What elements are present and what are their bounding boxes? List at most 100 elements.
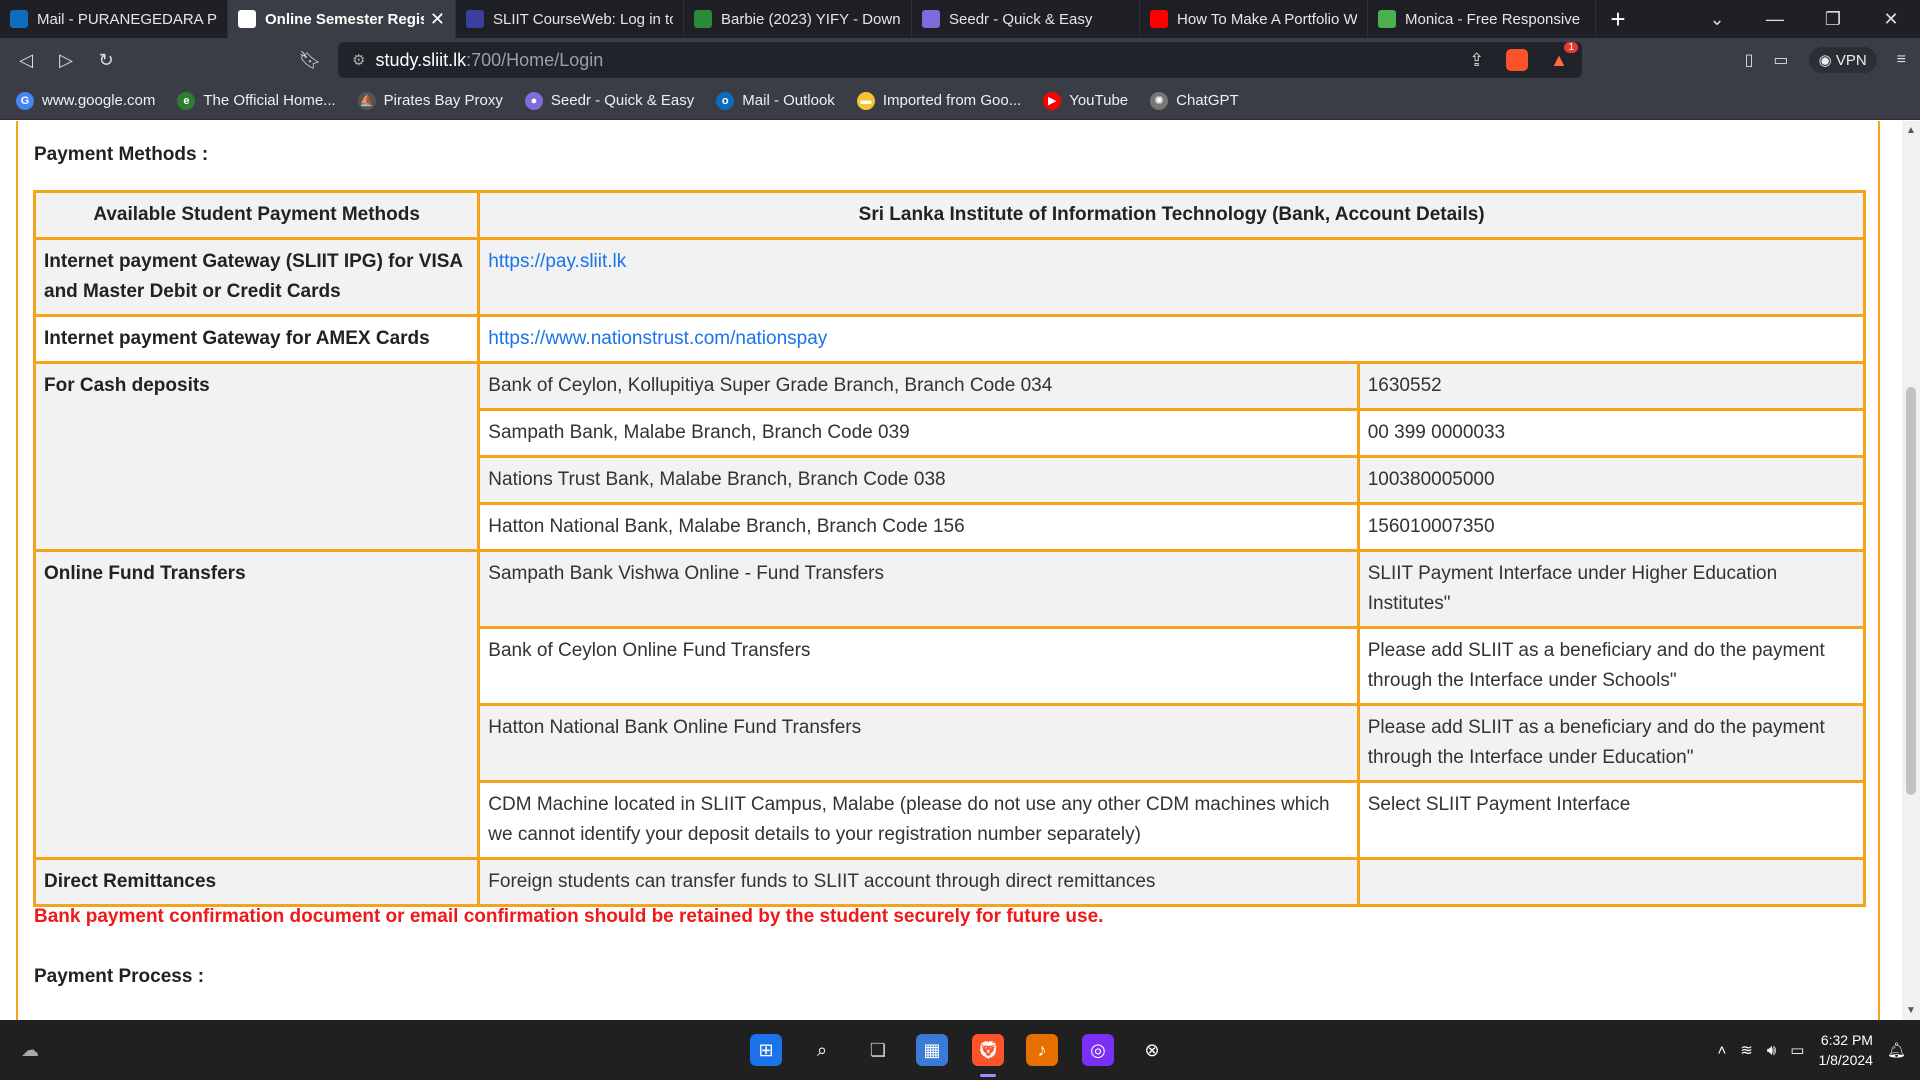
new-tab-button[interactable]: + (1596, 0, 1640, 38)
table-row: For Cash deposits Bank of Ceylon, Kollup… (32, 361, 1867, 552)
battery-icon[interactable]: ▭ (1790, 1041, 1804, 1059)
store-icon[interactable]: ▦ (916, 1034, 948, 1066)
tab-title: SLIIT CourseWeb: Log in to (493, 10, 673, 28)
scroll-up-icon[interactable]: ▲ (1906, 125, 1916, 136)
browser-tab[interactable]: SLIIT CourseWeb: Log in to (456, 0, 684, 38)
search-icon[interactable]: ⌕ (806, 1034, 838, 1066)
share-icon[interactable]: ⇪ (1469, 50, 1484, 71)
wifi-icon[interactable]: ≋ (1740, 1041, 1753, 1059)
back-button[interactable]: ◁ (6, 38, 46, 82)
table-row: Online Fund Transfers Sampath Bank Vishw… (32, 549, 1867, 860)
active-app-indicator (980, 1074, 996, 1077)
cash-account-cell: 1630552 (1356, 361, 1867, 411)
seedr-icon: ● (524, 91, 543, 110)
bookmark-label: Seedr - Quick & Easy (550, 92, 695, 109)
cash-deposits-label: For Cash deposits (32, 361, 481, 552)
tab-search-icon[interactable]: ⌄ (1688, 0, 1746, 38)
browser-tab[interactable]: Barbie (2023) YIFY - Downlo (684, 0, 912, 38)
chevron-up-icon[interactable]: ˄ (1717, 1042, 1726, 1059)
close-tab-icon[interactable]: ✕ (430, 9, 445, 30)
retain-confirmation-warning: Bank payment confirmation document or em… (34, 906, 1104, 927)
bookmark-label: Imported from Goo... (882, 92, 1022, 109)
start-icon[interactable]: ⊞ (750, 1034, 782, 1066)
bookmark-item[interactable]: ✺ ChatGPT (1150, 91, 1239, 110)
tab-title: Mail - PURANEGEDARA PM (37, 10, 217, 28)
online-note-cell: Select SLIIT Payment Interface (1356, 780, 1867, 860)
header-bank-details: Sri Lanka Institute of Information Techn… (477, 190, 1866, 240)
bookmark-label: Mail - Outlook (742, 92, 835, 109)
youtube-icon: ▶ (1043, 91, 1062, 110)
page-scrollbar[interactable]: ▲ ▼ (1902, 121, 1920, 1020)
bookmark-label: Pirates Bay Proxy (383, 92, 503, 109)
brave-shields-icon[interactable] (1506, 49, 1529, 71)
tab-title: How To Make A Portfolio W (1177, 10, 1357, 28)
bookmarks-bar: Gwww.google.com e The Official Home... ⛵ Pir… (0, 82, 1920, 120)
browser-tab[interactable]: How To Make A Portfolio W (1140, 0, 1368, 38)
payment-methods-heading: Payment Methods : (34, 144, 209, 165)
notifications-icon[interactable]: 🔔︎ (1887, 1041, 1906, 1059)
cash-account-cell: 156010007350 (1356, 502, 1867, 552)
sidebar-icon[interactable]: ▯ (1745, 50, 1754, 70)
ipg-label: Internet payment Gateway (SLIIT IPG) for… (32, 237, 481, 317)
online-note-cell: Please add SLIIT as a beneficiary and do… (1356, 703, 1867, 783)
minimize-button[interactable]: — (1746, 0, 1804, 38)
site-info-icon[interactable]: ⚙ (352, 51, 365, 69)
bookmark-item[interactable]: ▶ YouTube (1043, 91, 1128, 110)
online-method-cell: Hatton National Bank Online Fund Transfe… (477, 703, 1360, 783)
google-icon: G (16, 91, 34, 110)
online-method-cell: Sampath Bank Vishwa Online - Fund Transf… (477, 549, 1360, 629)
folder-icon: ▬ (856, 91, 875, 110)
cash-bank-cell: Bank of Ceylon, Kollupitiya Super Grade … (477, 361, 1360, 411)
amex-link[interactable]: https://www.nationstrust.com/nationspay (488, 328, 827, 349)
remit-note-cell (1356, 857, 1867, 907)
volume-icon[interactable]: 🔊︎ (1767, 1042, 1776, 1059)
chatgpt-icon: ✺ (1150, 91, 1169, 110)
online-note-cell: SLIIT Payment Interface under Higher Edu… (1356, 549, 1867, 629)
bookmark-item[interactable]: ▬ Imported from Goo... (856, 91, 1022, 110)
wallet-icon[interactable]: ▭ (1773, 50, 1788, 70)
url-bar[interactable]: ⚙ study.sliit.lk:700/Home/Login ⇪ ▲ 1 (338, 41, 1582, 78)
clock[interactable]: 6:32 PM 1/8/2024 (1818, 1030, 1873, 1070)
weather-icon[interactable]: ☁ (14, 1034, 46, 1066)
header-payment-methods: Available Student Payment Methods (32, 190, 481, 240)
restore-button[interactable]: ❐ (1804, 0, 1862, 38)
browser-tab[interactable]: Online Semester Regis ✕ (228, 0, 456, 38)
table-header-row: Available Student Payment Methods Sri La… (32, 190, 1866, 240)
youtube-icon (1150, 10, 1168, 28)
bookmark-item[interactable]: e The Official Home... (177, 91, 336, 110)
bookmark-item[interactable]: ● Seedr - Quick & Easy (524, 91, 695, 110)
close-window-button[interactable]: ✕ (1862, 0, 1920, 38)
brave-rewards-icon[interactable]: ▲ 1 (1550, 41, 1578, 71)
bookmark-item[interactable]: o Mail - Outlook (716, 91, 835, 110)
menu-icon[interactable]: ≡ (1897, 51, 1906, 69)
fl-studio-icon[interactable]: ♪ (1026, 1034, 1058, 1066)
screen-app-icon[interactable]: ◎ (1082, 1034, 1114, 1066)
bookmark-item[interactable]: Gwww.google.com (16, 91, 155, 110)
amex-label: Internet payment Gateway for AMEX Cards (32, 314, 481, 364)
scroll-down-icon[interactable]: ▼ (1906, 1005, 1916, 1016)
tab-title: Monica - Free Responsive I (1405, 10, 1585, 28)
bookmark-item[interactable]: ⛵ Pirates Bay Proxy (357, 91, 503, 110)
seedr-icon (922, 10, 940, 28)
online-transfers-label: Online Fund Transfers (32, 549, 481, 860)
payment-process-heading: Payment Process : (34, 966, 205, 987)
yify-icon (694, 10, 712, 28)
outlook-icon: o (716, 91, 735, 110)
forward-button[interactable]: ▷ (46, 38, 86, 82)
system-tray: ˄ ≋ 🔊︎ ▭ 6:32 PM 1/8/2024 🔔︎ (1717, 1020, 1920, 1080)
browser-tab[interactable]: Mail - PURANEGEDARA PM (0, 0, 228, 38)
xbox-icon[interactable]: ⊗ (1136, 1034, 1168, 1066)
scrollbar-thumb[interactable] (1906, 387, 1916, 795)
ship-icon: ⛵ (357, 91, 376, 110)
ipg-link[interactable]: https://pay.sliit.lk (488, 251, 626, 272)
task-view-icon[interactable]: ❏ (862, 1034, 894, 1066)
vpn-button[interactable]: ◉ VPN (1808, 47, 1877, 73)
browser-tab[interactable]: Seedr - Quick & Easy (912, 0, 1140, 38)
bookmark-icon[interactable]: 🔖︎ (290, 38, 330, 82)
clock-time: 6:32 PM (1820, 1032, 1873, 1048)
browser-tab[interactable]: Monica - Free Responsive I (1368, 0, 1596, 38)
cash-account-cell: 100380005000 (1356, 455, 1867, 505)
brave-browser-icon[interactable]: 🦁︎ (972, 1034, 1004, 1066)
reload-button[interactable]: ↻ (86, 38, 126, 82)
bookmark-label: ChatGPT (1176, 92, 1239, 109)
